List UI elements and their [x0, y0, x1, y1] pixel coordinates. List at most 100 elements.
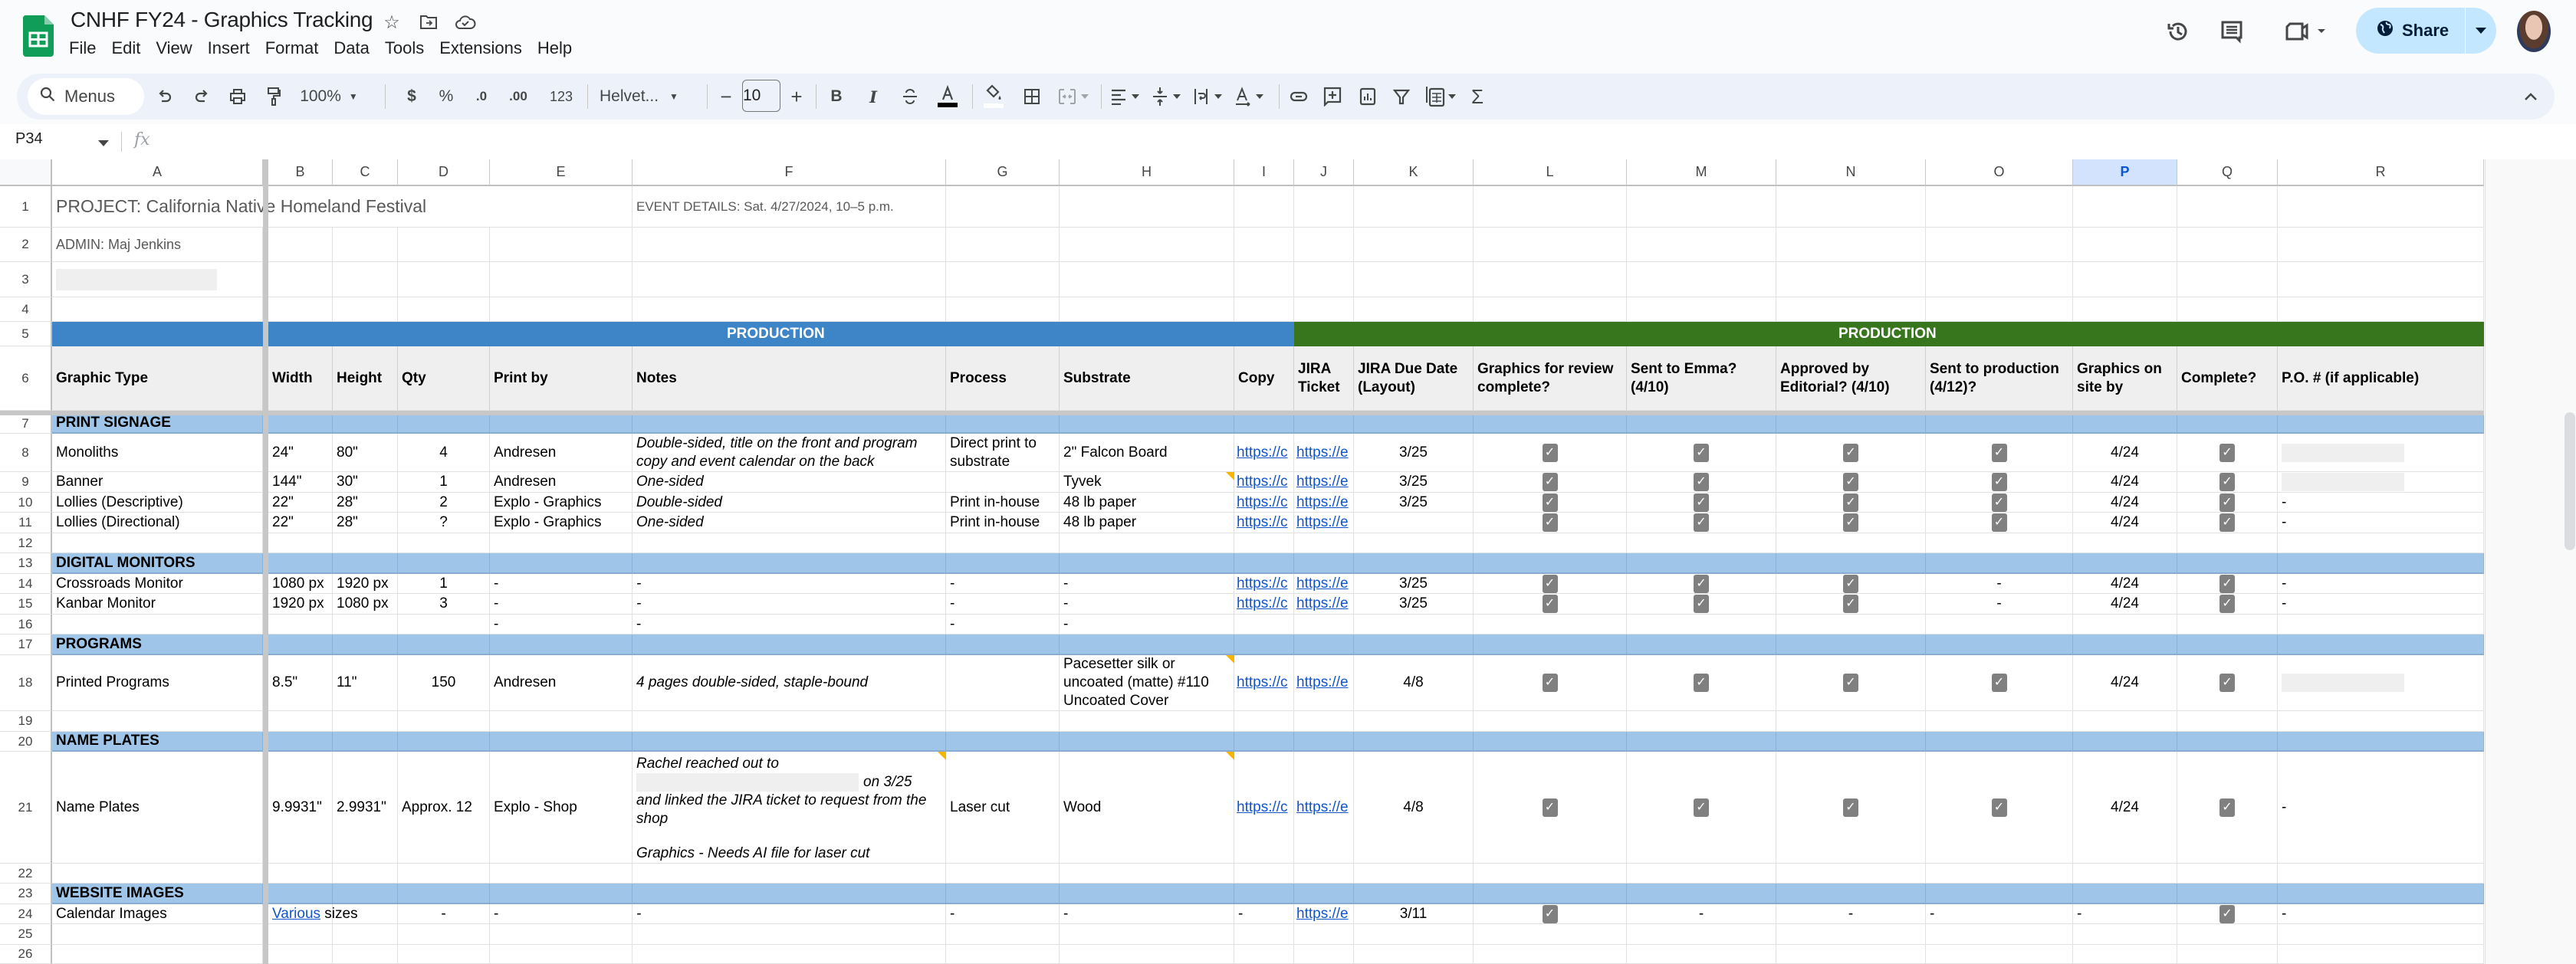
header-n[interactable]: Approved by Editorial? (4/10)	[1776, 346, 1926, 411]
status-cell-o[interactable]: ✓	[1926, 434, 2073, 472]
row-header-11[interactable]: 11	[0, 513, 52, 533]
jira-due-date[interactable]: 3/25	[1354, 574, 1474, 594]
cell-q2[interactable]	[2177, 228, 2278, 262]
section-fill-h17[interactable]	[1060, 634, 1234, 655]
frozen-row-divider[interactable]	[0, 411, 2484, 415]
jira-ticket-link[interactable]: https://e	[1296, 798, 1349, 817]
copy-link-cell[interactable]: https://c	[1234, 493, 1294, 513]
process-value[interactable]	[946, 655, 1060, 711]
column-header-k[interactable]: K	[1354, 159, 1474, 186]
cell-e25[interactable]	[490, 924, 632, 945]
po-number-redacted[interactable]	[2278, 434, 2484, 472]
cell-p25[interactable]	[2073, 924, 2177, 945]
cell-d26[interactable]	[398, 945, 490, 964]
height-value[interactable]: 1920 px	[333, 574, 398, 594]
cell-e12[interactable]	[490, 533, 632, 553]
comment-indicator-f21[interactable]	[938, 752, 946, 760]
collapse-toolbar-icon[interactable]	[2519, 81, 2542, 112]
status-cell-o[interactable]: ✓	[1926, 655, 2073, 711]
cell-i4[interactable]	[1234, 297, 1294, 322]
graphic-type[interactable]: Crossroads Monitor	[52, 574, 263, 594]
status-cell-o[interactable]: -	[1926, 574, 2073, 594]
on-site-date[interactable]: 4/24	[2073, 513, 2177, 533]
cell-p19[interactable]	[2073, 711, 2177, 732]
checkbox-checked[interactable]: ✓	[1843, 574, 1858, 593]
cell-p4[interactable]	[2073, 297, 2177, 322]
section-fill-h20[interactable]	[1060, 732, 1234, 752]
jira-ticket-link[interactable]: https://e	[1296, 674, 1349, 692]
cell-i12[interactable]	[1234, 533, 1294, 553]
cell-h19[interactable]	[1060, 711, 1234, 732]
substrate-value[interactable]: -	[1060, 904, 1234, 924]
status-cell-n[interactable]: ✓	[1776, 434, 1926, 472]
section-fill-o23[interactable]	[1926, 884, 2073, 904]
section-fill-p13[interactable]	[2073, 553, 2177, 574]
graphic-type[interactable]: Lollies (Descriptive)	[52, 493, 263, 513]
filter-icon[interactable]	[1389, 81, 1414, 112]
cell-a25[interactable]	[52, 924, 263, 945]
checkbox-checked[interactable]: ✓	[1843, 493, 1858, 512]
qty-value[interactable]: 4	[398, 434, 490, 472]
cell-o3[interactable]	[1926, 262, 2073, 297]
cell-n12[interactable]	[1776, 533, 1926, 553]
column-header-o[interactable]: O	[1926, 159, 2073, 186]
document-title[interactable]: CNHF FY24 - Graphics Tracking	[71, 8, 373, 32]
row-header-19[interactable]: 19	[0, 711, 52, 732]
cell-h1[interactable]	[1060, 186, 1234, 228]
checkbox-checked[interactable]: ✓	[1991, 443, 2007, 462]
copy-link-cell[interactable]: https://c	[1234, 655, 1294, 711]
checkbox-checked[interactable]: ✓	[1843, 595, 1858, 613]
cell-k25[interactable]	[1354, 924, 1474, 945]
cell-g19[interactable]	[946, 711, 1060, 732]
cell-h12[interactable]	[1060, 533, 1234, 553]
cell-l12[interactable]	[1474, 533, 1627, 553]
section-fill-p23[interactable]	[2073, 884, 2177, 904]
cell-b25[interactable]	[268, 924, 333, 945]
column-header-c[interactable]: C	[333, 159, 398, 186]
cell-k3[interactable]	[1354, 262, 1474, 297]
section-print-signage[interactable]: PRINT SIGNAGE	[52, 414, 263, 434]
cell-o26[interactable]	[1926, 945, 2073, 964]
column-header-h[interactable]: H	[1060, 159, 1234, 186]
cell-a19[interactable]	[52, 711, 263, 732]
print-by-value[interactable]: Explo - Shop	[490, 752, 632, 864]
header-m[interactable]: Sent to Emma? (4/10)	[1627, 346, 1776, 411]
jira-due-date[interactable]: 3/11	[1354, 904, 1474, 924]
header-b[interactable]: Width	[268, 346, 333, 411]
process-value[interactable]	[946, 472, 1060, 493]
cell-g16[interactable]: -	[946, 615, 1060, 634]
move-folder-icon[interactable]	[417, 11, 440, 34]
header-c[interactable]: Height	[333, 346, 398, 411]
row-header-9[interactable]: 9	[0, 472, 52, 493]
status-cell-l[interactable]: ✓	[1474, 513, 1627, 533]
header-a[interactable]: Graphic Type	[52, 346, 263, 411]
qty-value[interactable]: 1	[398, 472, 490, 493]
cell-j26[interactable]	[1294, 945, 1354, 964]
on-site-date[interactable]: 4/24	[2073, 493, 2177, 513]
status-cell-q[interactable]: ✓	[2177, 752, 2278, 864]
decrease-decimal-button[interactable]: .0	[469, 81, 494, 112]
height-value[interactable]: 80"	[333, 434, 398, 472]
cell-m1[interactable]	[1627, 186, 1776, 228]
status-cell-m[interactable]: ✓	[1627, 752, 1776, 864]
cell-h3[interactable]	[1060, 262, 1234, 297]
menu-data[interactable]: Data	[334, 37, 378, 60]
status-cell-m[interactable]: ✓	[1627, 493, 1776, 513]
cell-l16[interactable]	[1474, 615, 1627, 634]
column-header-g[interactable]: G	[946, 159, 1060, 186]
functions-calc-icon[interactable]	[1423, 81, 1461, 112]
section-fill-r17[interactable]	[2278, 634, 2484, 655]
status-cell-o[interactable]: ✓	[1926, 472, 2073, 493]
status-cell-n[interactable]: -	[1776, 904, 1926, 924]
name-box[interactable]: P34	[15, 130, 43, 148]
checkbox-checked[interactable]: ✓	[1694, 473, 1709, 491]
checkbox-checked[interactable]: ✓	[1843, 443, 1858, 462]
substrate-value[interactable]: -	[1060, 594, 1234, 615]
jira-ticket-link[interactable]: https://e	[1296, 905, 1349, 923]
percent-format-button[interactable]: %	[434, 81, 458, 112]
cell-m12[interactable]	[1627, 533, 1776, 553]
cell-m26[interactable]	[1627, 945, 1776, 964]
cell-n2[interactable]	[1776, 228, 1926, 262]
width-value[interactable]: 144"	[268, 472, 333, 493]
qty-value[interactable]: 1	[398, 574, 490, 594]
